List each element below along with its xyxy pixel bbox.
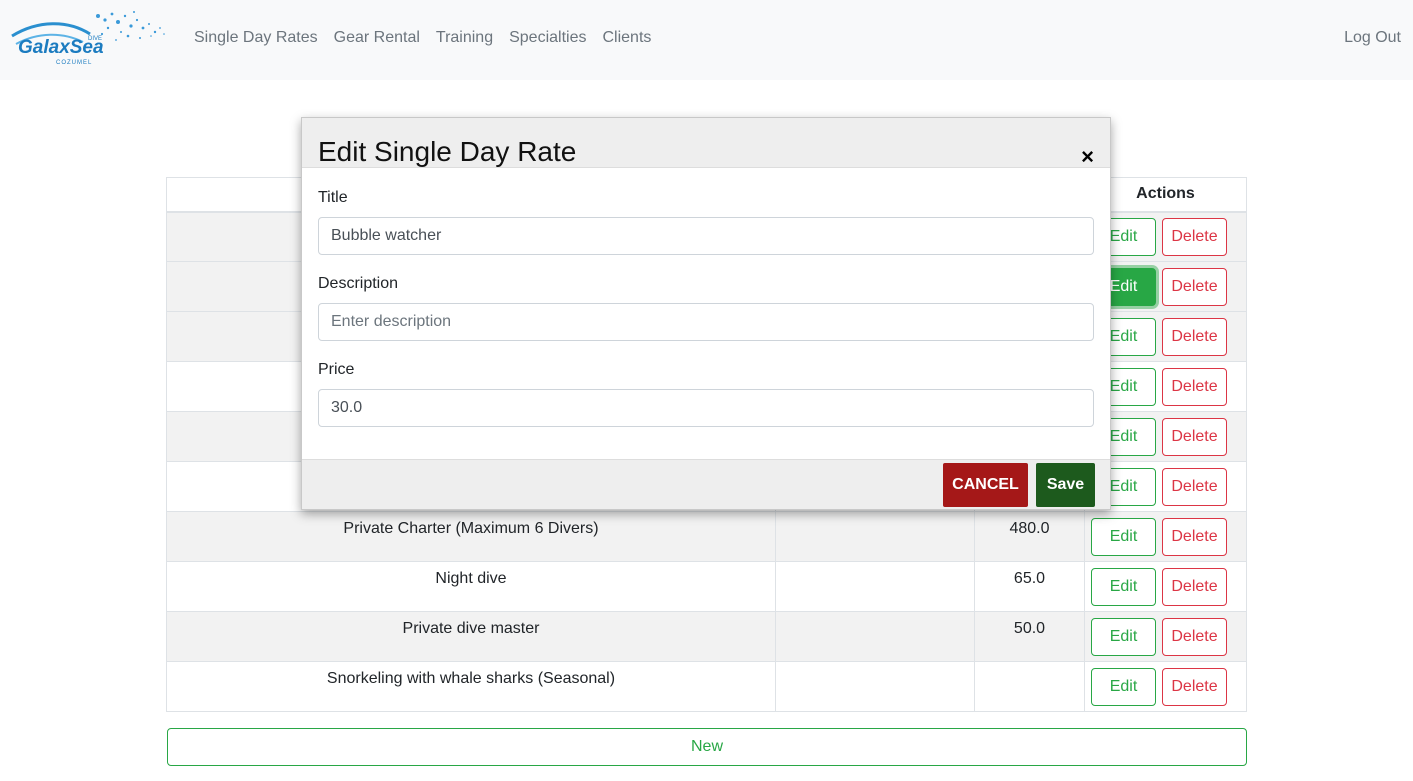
delete-button[interactable]: Delete <box>1162 317 1227 356</box>
delete-button[interactable]: Delete <box>1162 467 1227 506</box>
table-row: Private Charter (Maximum 6 Divers) 480.0… <box>166 511 1247 562</box>
cell-price <box>974 661 1085 712</box>
cell-actions: Edit Delete <box>1084 511 1247 562</box>
delete-button[interactable]: Delete <box>1162 567 1227 606</box>
edit-button[interactable]: Edit <box>1091 517 1156 556</box>
edit-button[interactable]: Edit <box>1091 617 1156 656</box>
table-row: Night dive 65.0 Edit Delete <box>166 561 1247 612</box>
navbar: GalaxSea DIVE COZUMEL Single Day Rates G… <box>0 0 1413 80</box>
modal-header: Edit Single Day Rate × <box>302 118 1110 168</box>
cell-description <box>775 611 975 662</box>
description-label: Description <box>318 275 399 292</box>
cell-price: 50.0 <box>974 611 1085 662</box>
price-input[interactable] <box>318 389 1094 427</box>
modal-footer: Cancel Save <box>302 459 1110 509</box>
svg-text:DIVE: DIVE <box>88 36 102 42</box>
title-input[interactable] <box>318 217 1094 255</box>
nav-single-day-rates[interactable]: Single Day Rates <box>186 28 326 48</box>
new-button[interactable]: New <box>167 728 1247 766</box>
nav-gear-rental[interactable]: Gear Rental <box>326 28 428 48</box>
cell-description <box>775 661 975 712</box>
nav-training[interactable]: Training <box>428 28 501 48</box>
nav-clients[interactable]: Clients <box>594 28 659 48</box>
galaxsea-logo[interactable]: GalaxSea DIVE COZUMEL <box>8 6 168 70</box>
delete-button[interactable]: Delete <box>1162 667 1227 706</box>
cell-title: Snorkeling with whale sharks (Seasonal) <box>166 661 776 712</box>
cell-title: Private Charter (Maximum 6 Divers) <box>166 511 776 562</box>
modal-title: Edit Single Day Rate <box>318 136 577 167</box>
table-row: Private dive master 50.0 Edit Delete <box>166 611 1247 662</box>
cell-price: 65.0 <box>974 561 1085 612</box>
delete-button[interactable]: Delete <box>1162 517 1227 556</box>
cancel-button[interactable]: Cancel <box>943 463 1028 507</box>
save-button[interactable]: Save <box>1036 463 1095 507</box>
close-icon[interactable]: × <box>1081 146 1094 168</box>
description-input[interactable] <box>318 303 1094 341</box>
delete-button[interactable]: Delete <box>1162 417 1227 456</box>
nav-specialties[interactable]: Specialties <box>501 28 594 48</box>
delete-button[interactable]: Delete <box>1162 367 1227 406</box>
cell-title: Night dive <box>166 561 776 612</box>
cell-price: 480.0 <box>974 511 1085 562</box>
logout-link[interactable]: Log Out <box>1344 28 1401 48</box>
edit-rate-modal: Edit Single Day Rate × Title Description… <box>301 117 1111 510</box>
cell-description <box>775 561 975 612</box>
delete-button[interactable]: Delete <box>1162 217 1227 256</box>
cell-actions: Edit Delete <box>1084 561 1247 612</box>
price-label: Price <box>318 361 355 378</box>
cell-title: Private dive master <box>166 611 776 662</box>
cell-actions: Edit Delete <box>1084 611 1247 662</box>
edit-button[interactable]: Edit <box>1091 567 1156 606</box>
edit-button[interactable]: Edit <box>1091 667 1156 706</box>
cell-actions: Edit Delete <box>1084 661 1247 712</box>
nav-links: Single Day Rates Gear Rental Training Sp… <box>186 28 659 48</box>
cell-description <box>775 511 975 562</box>
delete-button[interactable]: Delete <box>1162 267 1227 306</box>
title-label: Title <box>318 189 348 206</box>
table-row: Snorkeling with whale sharks (Seasonal) … <box>166 661 1247 712</box>
svg-text:COZUMEL: COZUMEL <box>56 60 92 66</box>
delete-button[interactable]: Delete <box>1162 617 1227 656</box>
